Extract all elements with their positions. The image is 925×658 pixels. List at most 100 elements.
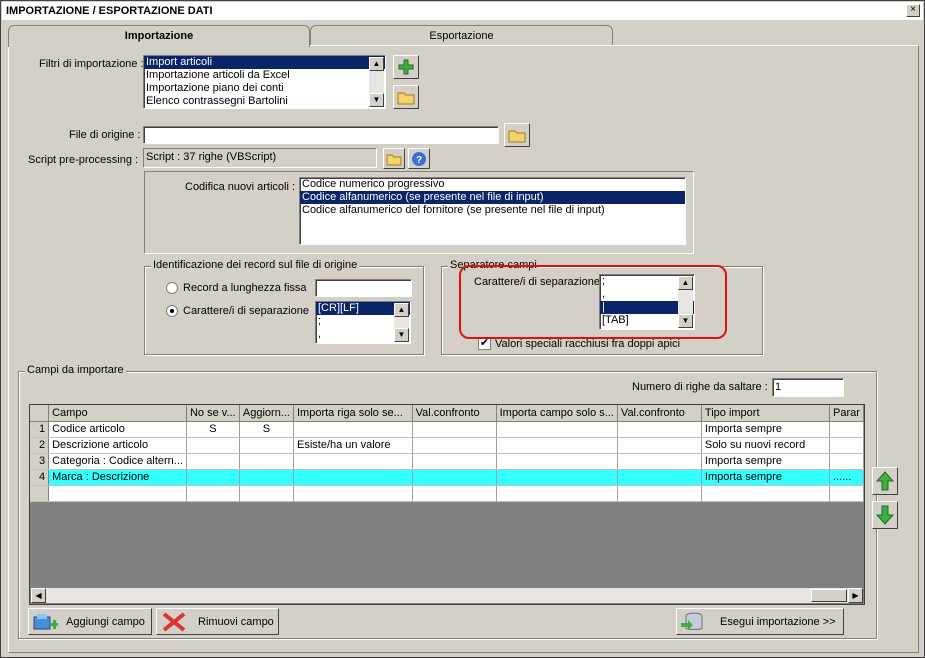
table-cell[interactable] — [412, 437, 497, 454]
remove-field-button[interactable]: Rimuovi campo — [156, 608, 279, 635]
table-cell[interactable]: Codice articolo — [48, 421, 187, 438]
run-import-button[interactable]: Esegui importazione >> — [676, 608, 844, 635]
table-cell[interactable] — [412, 469, 497, 486]
tab-esportazione[interactable]: Esportazione — [310, 25, 613, 46]
table-cell[interactable]: Solo su nuovi record — [701, 437, 831, 454]
open-filter-button[interactable] — [393, 85, 419, 109]
column-header[interactable]: Campo — [48, 405, 187, 422]
table-cell[interactable]: S — [239, 421, 294, 438]
table-cell[interactable]: Marca : Descrizione — [48, 469, 187, 486]
scroll-down-icon[interactable]: ▼ — [394, 328, 409, 342]
column-header[interactable]: Aggiorn... — [239, 405, 294, 422]
script-folder-button[interactable] — [383, 148, 405, 169]
column-header[interactable]: Tipo import — [701, 405, 831, 422]
column-header[interactable]: Importa campo solo s... — [496, 405, 618, 422]
column-header[interactable]: Val.confronto — [617, 405, 702, 422]
table-cell[interactable] — [293, 469, 413, 486]
filters-scrollbar[interactable]: ▲ ▼ — [369, 57, 384, 107]
table-cell[interactable] — [829, 485, 864, 502]
table-row[interactable]: 1 Codice articolo S S Importa sempre — [30, 421, 864, 438]
table-cell[interactable]: Descrizione articolo — [48, 437, 187, 454]
table-row[interactable]: 3 Categoria : Codice altern... Importa sem… — [30, 453, 864, 470]
table-cell[interactable]: Categoria : Codice altern... — [48, 453, 187, 470]
table-cell[interactable] — [617, 485, 702, 502]
scroll-left-icon[interactable]: ◀ — [31, 588, 46, 603]
move-up-button[interactable] — [872, 467, 898, 495]
table-cell[interactable]: Importa sempre — [701, 421, 831, 438]
scroll-thumb[interactable] — [811, 589, 847, 602]
filter-item[interactable]: Elenco contrassegni Bartolini — [144, 95, 385, 108]
table-cell[interactable] — [293, 421, 413, 438]
table-cell[interactable]: Importa sempre — [701, 469, 831, 486]
coding-option[interactable]: Codice numerico progressivo — [300, 178, 685, 191]
fields-grid[interactable]: Campo No se v... Aggiorn... Importa riga so… — [29, 404, 865, 605]
fixed-length-input[interactable] — [315, 279, 412, 297]
table-cell[interactable] — [617, 453, 702, 470]
table-cell[interactable] — [186, 485, 240, 502]
row-number: 4 — [30, 469, 50, 486]
script-help-button[interactable]: ? — [408, 148, 430, 169]
table-cell[interactable] — [239, 453, 294, 470]
table-cell[interactable]: Esiste/ha un valore — [293, 437, 413, 454]
tab-importazione[interactable]: Importazione — [8, 25, 310, 47]
scroll-down-icon[interactable]: ▼ — [369, 93, 384, 107]
scroll-up-icon[interactable]: ▲ — [369, 57, 384, 71]
table-cell[interactable] — [186, 453, 240, 470]
table-cell[interactable] — [617, 469, 702, 486]
table-cell[interactable] — [239, 485, 294, 502]
table-cell[interactable] — [496, 421, 618, 438]
record-separator-scrollbar[interactable]: ▲ ▼ — [394, 303, 409, 342]
coding-list[interactable]: Codice numerico progressivo Codice alfanu… — [299, 177, 686, 245]
table-cell[interactable] — [412, 485, 497, 502]
table-cell[interactable] — [239, 469, 294, 486]
table-cell[interactable] — [412, 453, 497, 470]
table-cell[interactable] — [701, 485, 831, 502]
filters-list[interactable]: Import articoli Importazione articoli da … — [143, 55, 386, 109]
column-header[interactable]: Parar — [829, 405, 864, 422]
filter-item[interactable]: Importazione articoli da Excel — [144, 69, 385, 82]
table-cell[interactable] — [186, 469, 240, 486]
column-header[interactable]: Importa riga solo se... — [293, 405, 413, 422]
close-icon[interactable]: × — [906, 4, 920, 17]
table-cell[interactable] — [829, 453, 864, 470]
record-separator-list[interactable]: [CR][LF];, ▲ ▼ — [315, 301, 411, 344]
table-cell[interactable] — [496, 469, 618, 486]
source-file-input[interactable] — [143, 126, 499, 144]
table-row[interactable]: 4 Marca : Descrizione Importa sempre...... — [30, 469, 864, 486]
table-cell[interactable] — [496, 485, 618, 502]
table-cell[interactable] — [496, 437, 618, 454]
coding-option[interactable]: Codice alfanumerico del fornitore (se pr… — [300, 204, 685, 217]
add-field-button[interactable]: Aggiungi campo — [28, 608, 152, 635]
skip-rows-input[interactable]: 1 — [772, 378, 844, 397]
scroll-right-icon[interactable]: ▶ — [848, 588, 863, 603]
table-cell[interactable]: ...... — [829, 469, 864, 486]
table-cell[interactable] — [239, 437, 294, 454]
table-cell[interactable]: S — [186, 421, 240, 438]
separator-radio[interactable] — [166, 305, 178, 317]
table-cell[interactable] — [829, 421, 864, 438]
table-cell[interactable] — [617, 421, 702, 438]
browse-file-button[interactable] — [504, 123, 530, 147]
table-cell[interactable]: Importa sempre — [701, 453, 831, 470]
column-header[interactable]: Val.confronto — [412, 405, 497, 422]
table-cell[interactable] — [30, 485, 50, 502]
scroll-up-icon[interactable]: ▲ — [394, 303, 409, 317]
fixed-length-radio[interactable] — [166, 282, 178, 294]
filter-item[interactable]: Import articoli — [144, 56, 385, 69]
grid-hscrollbar[interactable]: ◀ ▶ — [31, 588, 863, 603]
add-filter-button[interactable] — [393, 55, 419, 79]
table-cell[interactable] — [293, 453, 413, 470]
move-down-button[interactable] — [872, 501, 898, 529]
table-cell[interactable] — [617, 437, 702, 454]
filter-item[interactable]: Importazione piano dei conti — [144, 82, 385, 95]
table-cell[interactable] — [48, 485, 187, 502]
table-row[interactable]: 2 Descrizione articolo Esiste/ha un valore… — [30, 437, 864, 454]
empty-row[interactable] — [30, 485, 864, 502]
table-cell[interactable] — [186, 437, 240, 454]
table-cell[interactable] — [293, 485, 413, 502]
table-cell[interactable] — [829, 437, 864, 454]
table-cell[interactable] — [496, 453, 618, 470]
column-header[interactable]: No se v... — [186, 405, 240, 422]
coding-option[interactable]: Codice alfanumerico (se presente nel fil… — [300, 191, 685, 204]
table-cell[interactable] — [412, 421, 497, 438]
